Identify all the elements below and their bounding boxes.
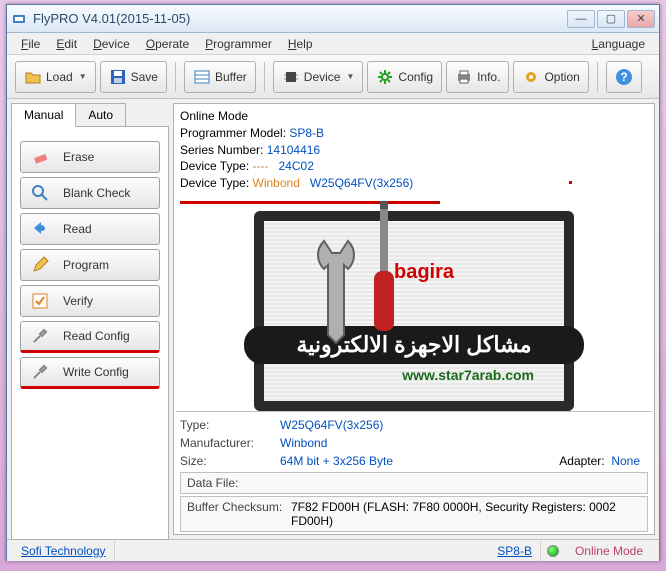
write-config-button[interactable]: Write Config (20, 357, 160, 389)
banner-image: bagira مشاكل الاجهزة الالكترونية www.sta… (176, 211, 652, 411)
menu-file[interactable]: File (13, 35, 48, 53)
device-button[interactable]: Device ▼ (273, 61, 364, 93)
chip-icon (282, 68, 300, 86)
checksum-label: Buffer Checksum: (187, 500, 291, 528)
monitor-graphic: bagira مشاكل الاجهزة الالكترونية www.sta… (254, 211, 574, 411)
tab-bar: Manual Auto (11, 103, 169, 127)
tools-icon (31, 327, 49, 345)
size-label: Size: (180, 454, 280, 468)
mode-label: Online Mode (180, 108, 648, 125)
statusbar: Sofi Technology SP8-B Online Mode (7, 539, 659, 561)
screwdriver-icon (354, 201, 414, 341)
prog-model-value: SP8-B (289, 126, 324, 140)
device-label: Device (304, 70, 341, 84)
left-panel: Manual Auto Erase Blank Check Read (11, 103, 169, 535)
series-label: Series Number: (180, 143, 263, 157)
devtype2-mfr: Winbond (253, 176, 300, 190)
gear-icon (376, 68, 394, 86)
main-area: Manual Auto Erase Blank Check Read (7, 99, 659, 539)
check-icon (31, 292, 49, 310)
devtype2-part: W25Q64FV(3x256) (310, 176, 413, 190)
window-title: FlyPRO V4.01(2015-11-05) (33, 11, 567, 26)
status-mode: Online Mode (565, 544, 653, 558)
minimize-button[interactable]: — (567, 10, 595, 28)
help-icon: ? (615, 68, 633, 86)
magnifier-icon (31, 184, 49, 202)
config-button[interactable]: Config (367, 61, 442, 93)
status-device: SP8-B (489, 541, 541, 561)
series-value: 14104416 (267, 143, 320, 157)
titlebar[interactable]: FlyPRO V4.01(2015-11-05) — ▢ ✕ (7, 5, 659, 33)
tab-auto[interactable]: Auto (75, 103, 126, 127)
read-button[interactable]: Read (20, 213, 160, 245)
save-label: Save (131, 70, 158, 84)
app-window: FlyPRO V4.01(2015-11-05) — ▢ ✕ File Edit… (6, 4, 660, 561)
chevron-down-icon: ▼ (346, 72, 354, 81)
mfr-value: Winbond (280, 436, 648, 450)
device-info: Online Mode Programmer Model: SP8-B Seri… (176, 106, 652, 211)
load-label: Load (46, 70, 73, 84)
url-text: www.star7arab.com (402, 367, 534, 383)
window-controls: — ▢ ✕ (567, 10, 655, 28)
maximize-button[interactable]: ▢ (597, 10, 625, 28)
manual-panel: Erase Blank Check Read Program Verify (11, 126, 169, 540)
option-button[interactable]: Option (513, 61, 588, 93)
folder-open-icon (24, 68, 42, 86)
option-label: Option (544, 70, 579, 84)
close-button[interactable]: ✕ (627, 10, 655, 28)
right-panel: Online Mode Programmer Model: SP8-B Seri… (173, 103, 655, 535)
buffer-button[interactable]: Buffer (184, 61, 256, 93)
verify-button[interactable]: Verify (20, 285, 160, 317)
cog-icon (522, 68, 540, 86)
svg-text:?: ? (620, 70, 627, 84)
mfr-label: Manufacturer: (180, 436, 280, 450)
type-value: W25Q64FV(3x256) (280, 418, 648, 432)
adapter-value: None (611, 454, 640, 468)
prog-model-label: Programmer Model: (180, 126, 286, 140)
read-config-button[interactable]: Read Config (20, 321, 160, 353)
tab-manual[interactable]: Manual (11, 103, 76, 127)
printer-icon (455, 68, 473, 86)
menu-operate[interactable]: Operate (138, 35, 197, 53)
checksum-value: 7F82 FD00H (FLASH: 7F80 0000H, Security … (291, 500, 641, 528)
buffer-icon (193, 68, 211, 86)
info-button[interactable]: Info. (446, 61, 509, 93)
devtype2-label: Device Type: (180, 176, 249, 190)
status-led-icon (547, 545, 559, 557)
devtype1-label: Device Type: (180, 159, 249, 173)
type-label: Type: (180, 418, 280, 432)
eraser-icon (31, 148, 49, 166)
datafile-label: Data File: (187, 476, 287, 490)
menu-help[interactable]: Help (280, 35, 321, 53)
menubar: File Edit Device Operate Programmer Help… (7, 33, 659, 55)
buffer-label: Buffer (215, 70, 247, 84)
devtype1-dash: ---- (253, 159, 269, 173)
erase-button[interactable]: Erase (20, 141, 160, 173)
info-label: Info. (477, 70, 500, 84)
company-link[interactable]: Sofi Technology (13, 541, 115, 561)
menu-device[interactable]: Device (85, 35, 138, 53)
menu-programmer[interactable]: Programmer (197, 35, 280, 53)
program-button[interactable]: Program (20, 249, 160, 281)
blank-check-button[interactable]: Blank Check (20, 177, 160, 209)
red-dot (569, 181, 572, 184)
toolbar: Load ▼ Save Buffer Device ▼ Config Info. (7, 55, 659, 99)
config-label: Config (398, 70, 433, 84)
tools-icon (31, 363, 49, 381)
device-details: Type: W25Q64FV(3x256) Manufacturer: Winb… (176, 411, 652, 538)
app-icon (11, 11, 27, 27)
menu-edit[interactable]: Edit (48, 35, 85, 53)
chevron-down-icon: ▼ (79, 72, 87, 81)
menu-language[interactable]: Language (584, 35, 653, 53)
arrow-back-icon (31, 220, 49, 238)
adapter-label: Adapter: (559, 454, 604, 468)
help-button[interactable]: ? (606, 61, 642, 93)
devtype1-value: 24C02 (279, 159, 314, 173)
load-button[interactable]: Load ▼ (15, 61, 96, 93)
save-button[interactable]: Save (100, 61, 167, 93)
arabic-text: مشاكل الاجهزة الالكترونية (244, 326, 584, 364)
pencil-icon (31, 256, 49, 274)
size-value: 64M bit + 3x256 Byte (280, 454, 528, 468)
floppy-disk-icon (109, 68, 127, 86)
